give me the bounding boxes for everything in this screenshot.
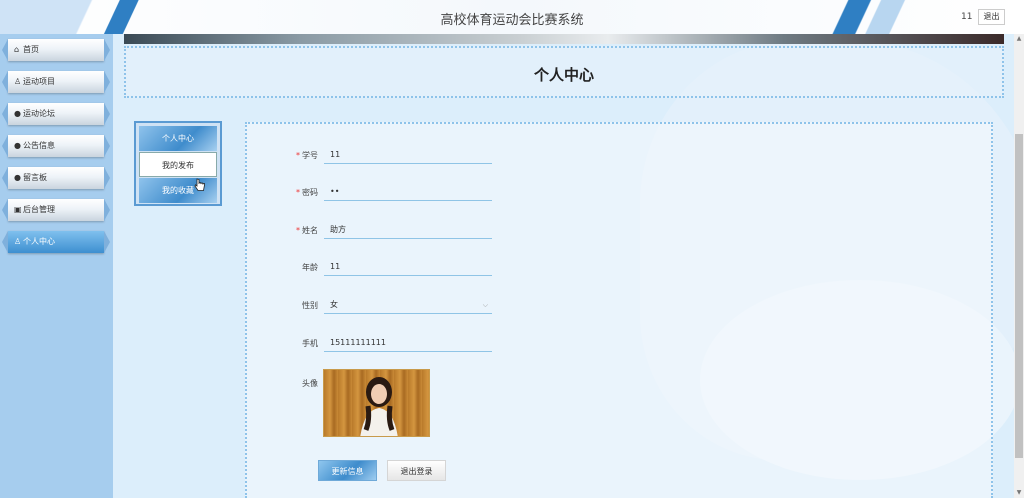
admin-icon: ▣: [14, 205, 22, 214]
home-icon: ⌂: [14, 45, 20, 54]
form-row-password: * 密码 ••: [247, 183, 507, 203]
page-scrollbar[interactable]: ▲ ▼: [1014, 34, 1024, 498]
form-row-student-id: * 学号 11: [247, 146, 507, 166]
sidebar-item-forum[interactable]: ● 运动论坛: [2, 103, 110, 125]
sidebar-item-label: 运动项目: [23, 77, 55, 86]
hand-cursor-icon: [194, 178, 205, 191]
password-input[interactable]: ••: [324, 183, 492, 201]
field-label: 头像: [302, 379, 318, 388]
sidebar-item-label: 首页: [23, 45, 39, 54]
header-logout-button[interactable]: 退出: [978, 9, 1005, 25]
scroll-down-icon[interactable]: ▼: [1014, 488, 1024, 498]
form-row-avatar: 头像: [247, 374, 327, 394]
required-marker: *: [296, 226, 300, 235]
chevron-down-icon: ⌵: [482, 301, 488, 309]
avatar-image[interactable]: [323, 369, 430, 437]
field-label: 手机: [302, 339, 318, 348]
sidebar-item-home[interactable]: ⌂ 首页: [2, 39, 110, 61]
scroll-up-icon[interactable]: ▲: [1014, 34, 1024, 44]
sidebar-item-label: 公告信息: [23, 141, 55, 150]
form-row-name: * 姓名 助方: [247, 221, 507, 241]
user-icon: ♙: [14, 237, 22, 246]
app-title: 高校体育运动会比赛系统: [440, 13, 584, 28]
sidebar-item-admin[interactable]: ▣ 后台管理: [2, 199, 110, 221]
avatar-photo: [360, 377, 398, 436]
field-label: 年龄: [302, 263, 318, 272]
sidebar-item-label: 个人中心: [23, 237, 55, 246]
form-row-phone: 手机 15111111111: [247, 334, 507, 354]
page-title: 个人中心: [533, 66, 594, 84]
logout-button[interactable]: 退出登录: [387, 460, 446, 481]
sidebar-item-sports[interactable]: ♙ 运动项目: [2, 71, 110, 93]
sidebar-item-messages[interactable]: ● 留言板: [2, 167, 110, 189]
profile-submenu: 个人中心 我的发布 我的收藏: [134, 121, 222, 206]
top-header: 高校体育运动会比赛系统 11 退出: [0, 0, 1024, 34]
sidebar-item-profile[interactable]: ♙ 个人中心: [2, 231, 110, 253]
forum-icon: ●: [14, 109, 21, 118]
submenu-item-profile[interactable]: 个人中心: [139, 126, 217, 151]
field-label: 学号: [302, 151, 318, 160]
trophy-icon: ♙: [14, 77, 22, 86]
sidebar-item-label: 留言板: [23, 173, 47, 182]
gender-select[interactable]: 女 ⌵: [324, 296, 492, 314]
submenu-item-my-posts[interactable]: 我的发布: [139, 152, 217, 177]
field-label: 姓名: [302, 226, 318, 235]
banner-image: [124, 34, 1004, 44]
form-row-gender: 性别 女 ⌵: [247, 296, 507, 316]
profile-form: * 学号 11 * 密码 •• * 姓名 助方 年龄 11 性别 女 ⌵ 手机 151…: [245, 122, 993, 498]
scrollbar-thumb[interactable]: [1015, 134, 1023, 458]
student-id-input[interactable]: 11: [324, 146, 492, 164]
field-label: 性别: [302, 301, 318, 310]
required-marker: *: [296, 151, 300, 160]
message-icon: ●: [14, 173, 21, 182]
field-label: 密码: [302, 188, 318, 197]
sidebar-item-label: 运动论坛: [23, 109, 55, 118]
gender-select-value: 女: [330, 300, 338, 309]
phone-input[interactable]: 15111111111: [324, 334, 492, 352]
notice-icon: ●: [14, 141, 21, 150]
sidebar-item-notices[interactable]: ● 公告信息: [2, 135, 110, 157]
update-info-button[interactable]: 更新信息: [318, 460, 377, 481]
sidebar-item-label: 后台管理: [23, 205, 55, 214]
required-marker: *: [296, 188, 300, 197]
age-input[interactable]: 11: [324, 258, 492, 276]
form-row-age: 年龄 11: [247, 258, 507, 278]
page-title-block: 个人中心: [124, 46, 1004, 98]
name-input[interactable]: 助方: [324, 221, 492, 239]
current-username: 11: [961, 12, 973, 22]
